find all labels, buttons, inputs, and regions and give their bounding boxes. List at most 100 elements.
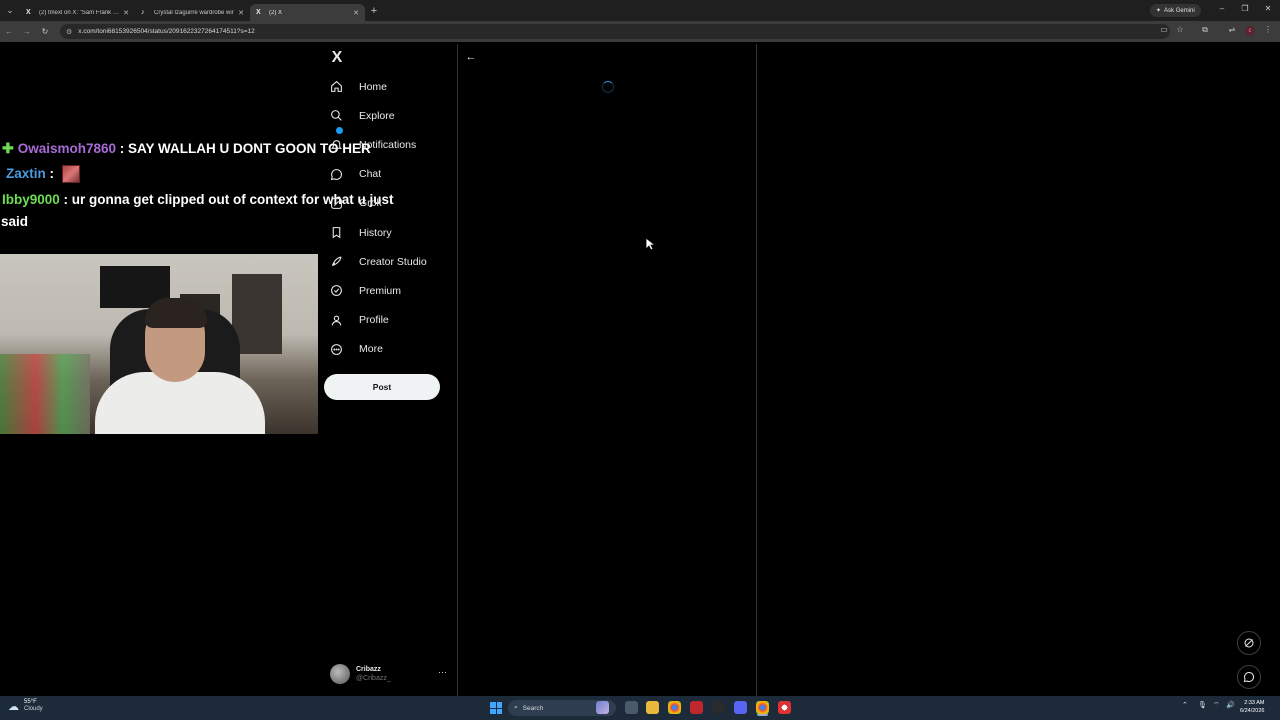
windows-taskbar: ☁ 55°F Cloudy ⌕ Search ⌃ 🎙 ⌔ 🔊 2:33 AM 6… <box>0 696 1280 720</box>
nav-item-grok[interactable]: Grok <box>324 189 454 218</box>
messages-floating-button[interactable] <box>1237 665 1261 689</box>
chrome-active-icon[interactable] <box>756 701 769 714</box>
menu-kebab-icon[interactable]: ⋮ <box>1260 25 1276 34</box>
close-window-icon[interactable]: ✕ <box>1258 4 1278 13</box>
tab-title: Crystal Izaguirre wardrobe wir <box>154 9 234 16</box>
cloud-icon: ☁ <box>8 700 19 713</box>
nav-item-chat[interactable]: Chat <box>324 160 454 189</box>
nav-label: Notifications <box>359 138 417 151</box>
tray-chevron-icon[interactable]: ⌃ <box>1182 701 1188 709</box>
minimize-icon[interactable]: – <box>1212 4 1232 13</box>
chat-message-continued: said <box>1 211 28 233</box>
nav-item-home[interactable]: Home <box>324 72 454 101</box>
star-icon[interactable]: ☆ <box>1172 25 1188 34</box>
site-info-icon[interactable]: ⚙ <box>66 28 72 36</box>
extensions-icon[interactable]: ⧉ <box>1197 25 1213 35</box>
bookmark-icon <box>330 226 343 239</box>
nav-label: Home <box>359 80 388 93</box>
account-handle: @Cribazz_ <box>356 675 391 682</box>
widgets-app-icon[interactable] <box>596 701 609 714</box>
weather-condition: Cloudy <box>24 706 43 712</box>
app-github-icon[interactable] <box>712 701 725 714</box>
browser-tab-active[interactable]: X (2) X ✕ <box>250 4 365 21</box>
avatar <box>330 664 350 684</box>
forward-nav-icon[interactable]: → <box>18 27 36 36</box>
grok-icon <box>1244 638 1254 648</box>
restore-icon[interactable]: ❐ <box>1235 4 1255 13</box>
column-divider-right <box>756 44 757 696</box>
weather-temp: 55°F <box>24 699 37 705</box>
address-bar-row: ← → ↻ ⚙ x.com/toni68153926504/status/209… <box>0 21 1280 42</box>
nav-label: Creator Studio <box>359 255 427 268</box>
grok-floating-button[interactable] <box>1237 631 1261 655</box>
nav-item-premium[interactable]: Premium <box>324 276 454 305</box>
nav-item-more[interactable]: More <box>324 335 454 364</box>
primary-nav: Home Explore Notifications Chat Grok His… <box>324 72 454 364</box>
nav-label: Explore <box>359 109 395 122</box>
volume-icon[interactable]: 🔊 <box>1226 701 1235 709</box>
app-red-icon[interactable] <box>690 701 703 714</box>
tab-search-chevron-icon[interactable]: ⌄ <box>0 0 20 21</box>
webcam-streamer-hair <box>145 298 207 328</box>
tab-title: (2) X <box>269 9 283 16</box>
chat-text: said <box>1 214 29 229</box>
discord-icon[interactable] <box>734 701 747 714</box>
clock-date: 6/24/2026 <box>1240 708 1265 714</box>
windows-start-icon[interactable] <box>490 702 502 714</box>
loading-spinner-icon <box>602 81 614 93</box>
back-arrow-icon[interactable]: ← <box>464 50 478 64</box>
nav-item-creator-studio[interactable]: Creator Studio <box>324 247 454 276</box>
browser-tab[interactable]: X (2) tmexl on X: "Sam Frank REF ✕ <box>20 4 135 21</box>
chat-separator: : <box>59 192 72 207</box>
close-icon[interactable]: ✕ <box>353 9 359 17</box>
more-circle-icon <box>330 343 343 356</box>
tray-mic-icon[interactable]: 🎙 <box>1198 701 1207 709</box>
nav-item-explore[interactable]: Explore <box>324 101 454 130</box>
grok-icon <box>330 197 343 210</box>
nav-label: Grok <box>359 197 382 210</box>
profile-avatar-icon[interactable]: c <box>1245 26 1255 36</box>
account-more-icon[interactable]: ··· <box>438 667 447 677</box>
chat-message: ✚ Owaismoh7860 : SAY WALLAH U DONT GOON T… <box>2 137 371 160</box>
close-icon[interactable]: ✕ <box>238 9 244 17</box>
sidebar-icon[interactable]: ⇌ <box>1224 25 1240 34</box>
verified-icon <box>330 284 343 297</box>
chrome-icon[interactable] <box>668 701 681 714</box>
taskbar-clock[interactable]: 2:33 AM 6/24/2026 <box>1240 699 1264 715</box>
chrome-canary-icon[interactable] <box>778 701 791 714</box>
ask-gemini-button[interactable]: ✦ Ask Gemini <box>1150 4 1201 17</box>
chat-username: Ibby9000 <box>2 192 60 207</box>
gemini-sparkle-icon: ✦ <box>1156 8 1162 14</box>
nav-item-profile[interactable]: Profile <box>324 306 454 335</box>
tiktok-favicon-icon: ♪ <box>141 8 145 16</box>
weather-widget[interactable]: ☁ 55°F Cloudy <box>8 699 43 713</box>
task-view-icon[interactable] <box>625 701 638 714</box>
taskbar-search-label: Search <box>522 704 544 712</box>
column-divider-left <box>457 44 458 696</box>
account-text: Cribazz @Cribazz_ <box>356 665 391 683</box>
close-icon[interactable]: ✕ <box>123 9 129 17</box>
search-icon: ⌕ <box>514 704 518 711</box>
clock-time: 2:33 AM <box>1244 700 1265 706</box>
emote-icon <box>61 165 80 184</box>
reload-icon[interactable]: ↻ <box>36 27 54 36</box>
nav-label: Premium <box>359 284 402 297</box>
nav-item-history[interactable]: History <box>324 218 454 247</box>
account-switcher[interactable]: Cribazz @Cribazz_ ··· <box>330 662 450 686</box>
mouse-cursor-icon <box>645 237 655 251</box>
cast-icon[interactable]: ▭ <box>1156 25 1172 34</box>
nav-item-notifications[interactable]: Notifications <box>324 127 454 159</box>
chat-separator: : <box>116 141 129 156</box>
back-nav-icon[interactable]: ← <box>0 27 18 36</box>
url-bar[interactable]: ⚙ x.com/toni68153926504/status/209162232… <box>60 24 1170 39</box>
new-tab-button[interactable]: + <box>365 5 383 17</box>
rocket-icon <box>330 255 343 268</box>
account-name: Cribazz <box>356 666 381 673</box>
wifi-icon[interactable]: ⌔ <box>1213 701 1220 710</box>
person-icon <box>330 314 343 327</box>
sub-badge-icon: ✚ <box>2 140 14 156</box>
browser-tab[interactable]: ♪ Crystal Izaguirre wardrobe wir ✕ <box>135 4 250 21</box>
x-logo-icon[interactable]: X <box>329 50 345 66</box>
post-button[interactable]: Post <box>324 374 440 400</box>
file-explorer-icon[interactable] <box>646 701 659 714</box>
